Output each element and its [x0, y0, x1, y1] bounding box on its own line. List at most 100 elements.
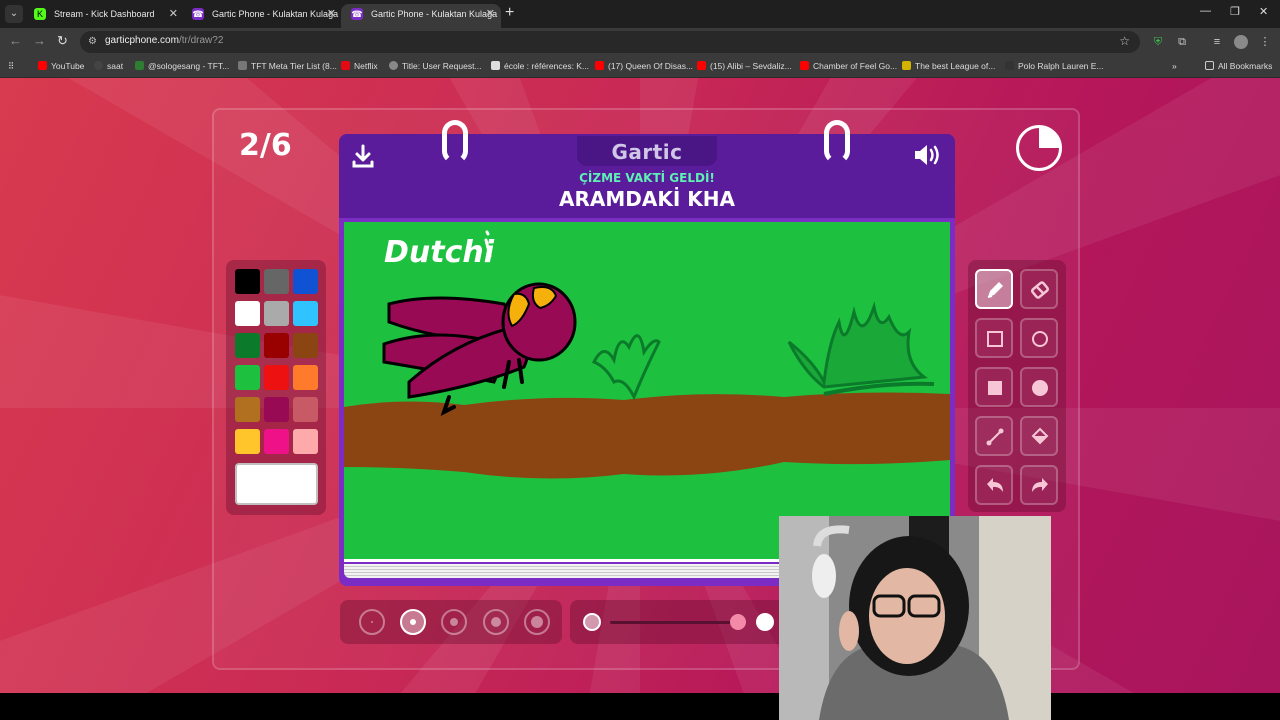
sheet-icon: [135, 61, 144, 70]
brush-size-4[interactable]: [483, 609, 509, 635]
redo-button[interactable]: [1020, 465, 1058, 505]
tab-gartic-2[interactable]: ☎ Gartic Phone - Kulaktan Kulağa ✕: [341, 4, 501, 28]
url-host: garticphone.com: [105, 35, 179, 46]
color-swatch[interactable]: [235, 301, 260, 326]
bookmark-label: Polo Ralph Lauren E...: [1018, 61, 1104, 71]
brush-size-3[interactable]: [441, 609, 467, 635]
bookmark-label: saat: [107, 61, 124, 71]
eraser-tool[interactable]: [1020, 269, 1058, 309]
more-bookmarks-button[interactable]: »: [1172, 61, 1177, 71]
bookmark-sologesang[interactable]: @sologesang - TFT...: [135, 61, 229, 71]
new-tab-button[interactable]: +: [505, 4, 514, 22]
color-swatch[interactable]: [264, 429, 289, 454]
bottom-bar: [0, 693, 1280, 720]
close-icon[interactable]: ✕: [169, 4, 178, 24]
bookmark-alibi[interactable]: (15) Alibi – Sevdaliz...: [697, 61, 792, 71]
prompt-label: ÇİZME VAKTİ GELDİ!: [579, 171, 715, 185]
color-swatch[interactable]: [293, 333, 318, 358]
brush-size-1[interactable]: [359, 609, 385, 635]
tab-gartic-1[interactable]: ☎ Gartic Phone - Kulaktan Kulağa ✕: [182, 4, 342, 28]
filled-ellipse-tool[interactable]: [1020, 367, 1058, 407]
tab-title: Stream - Kick Dashboard: [54, 9, 155, 19]
color-swatch[interactable]: [293, 301, 318, 326]
brush-size-2[interactable]: [400, 609, 426, 635]
opacity-handle[interactable]: [730, 614, 746, 630]
all-bookmarks-button[interactable]: All Bookmarks: [1205, 61, 1272, 71]
bookmark-label: YouTube: [51, 61, 85, 71]
bookmark-label: école : références: K...: [504, 61, 590, 71]
extensions-icon[interactable]: ⧉: [1175, 35, 1189, 49]
youtube-icon: [38, 61, 47, 70]
color-swatch[interactable]: [293, 429, 318, 454]
brush-size-5[interactable]: [524, 609, 550, 635]
timer-icon: [1016, 125, 1062, 171]
tab-title: Gartic Phone - Kulaktan Kulağa: [212, 9, 339, 19]
opacity-track[interactable]: [610, 621, 740, 624]
color-swatch[interactable]: [235, 269, 260, 294]
bookmark-chamber[interactable]: Chamber of Feel Go...: [800, 61, 897, 71]
close-icon[interactable]: ✕: [486, 4, 495, 24]
drawing-canvas[interactable]: Dutchi: [344, 222, 950, 562]
apps-icon[interactable]: ⠿: [8, 61, 14, 72]
globe-icon: [389, 61, 398, 70]
tab-search-button[interactable]: ⌄: [5, 5, 23, 23]
restore-icon[interactable]: ❐: [1230, 5, 1240, 18]
avatar[interactable]: [1234, 35, 1248, 49]
brush-dot: [450, 618, 458, 626]
site-info-icon[interactable]: ⚙: [88, 36, 97, 47]
media-icon[interactable]: ≡: [1210, 35, 1224, 49]
color-swatch[interactable]: [293, 397, 318, 422]
color-swatch[interactable]: [264, 333, 289, 358]
bookmark-netflix[interactable]: Netflix: [341, 61, 378, 71]
bookmark-saat[interactable]: saat: [94, 61, 123, 71]
round-counter: 2/6: [239, 128, 292, 163]
webcam-image: [779, 516, 1051, 720]
color-swatch[interactable]: [235, 333, 260, 358]
line-tool[interactable]: [975, 416, 1013, 456]
color-swatch[interactable]: [264, 301, 289, 326]
color-swatch[interactable]: [264, 397, 289, 422]
color-swatch[interactable]: [235, 429, 260, 454]
bookmark-league[interactable]: The best League of...: [902, 61, 995, 71]
close-window-icon[interactable]: ✕: [1259, 5, 1268, 18]
filled-rectangle-tool[interactable]: [975, 367, 1013, 407]
back-icon[interactable]: ←: [9, 33, 22, 48]
opacity-slider[interactable]: [570, 600, 790, 644]
bookmark-youtube[interactable]: YouTube: [38, 61, 84, 71]
color-swatch[interactable]: [264, 269, 289, 294]
bookmark-ecole[interactable]: école : références: K...: [491, 61, 589, 71]
download-icon[interactable]: [351, 144, 375, 168]
tab-kick-dashboard[interactable]: K Stream - Kick Dashboard ✕: [24, 4, 184, 28]
bookmark-label: @sologesang - TFT...: [148, 61, 230, 71]
forward-icon[interactable]: →: [33, 33, 46, 48]
close-icon[interactable]: ✕: [327, 4, 336, 24]
brush-dot: [410, 619, 416, 625]
minimize-icon[interactable]: —: [1200, 5, 1211, 17]
sound-icon[interactable]: [913, 142, 943, 168]
youtube-icon: [697, 61, 706, 70]
current-color-swatch[interactable]: [235, 463, 318, 505]
color-swatch[interactable]: [293, 269, 318, 294]
pencil-tool[interactable]: [975, 269, 1013, 309]
brush-dot: [531, 616, 543, 628]
tool-panel: [968, 260, 1066, 512]
color-swatch[interactable]: [264, 365, 289, 390]
bookmark-tft-meta[interactable]: TFT Meta Tier List (8...: [238, 61, 337, 71]
undo-button[interactable]: [975, 465, 1013, 505]
color-swatch[interactable]: [235, 365, 260, 390]
bookmark-polo[interactable]: Polo Ralph Lauren E...: [1005, 61, 1104, 71]
rectangle-tool[interactable]: [975, 318, 1013, 358]
logo-tab: Gartic: [577, 136, 717, 166]
extension-shield-icon[interactable]: ⛨: [1151, 35, 1165, 49]
ellipse-tool[interactable]: [1020, 318, 1058, 358]
bucket-tool[interactable]: [1020, 416, 1058, 456]
reload-icon[interactable]: ↻: [57, 33, 68, 49]
prompt-text: ARAMDAKİ KHA: [559, 187, 735, 211]
menu-icon[interactable]: ⋮: [1258, 35, 1272, 49]
bookmark-queen-of-disas[interactable]: (17) Queen Of Disas...: [595, 61, 693, 71]
url-field[interactable]: ⚙ garticphone.com/tr/draw?2 ☆: [80, 31, 1140, 53]
color-swatch[interactable]: [293, 365, 318, 390]
bookmark-user-request[interactable]: Title: User Request...: [389, 61, 482, 71]
color-swatch[interactable]: [235, 397, 260, 422]
bookmark-star-icon[interactable]: ☆: [1119, 34, 1130, 48]
